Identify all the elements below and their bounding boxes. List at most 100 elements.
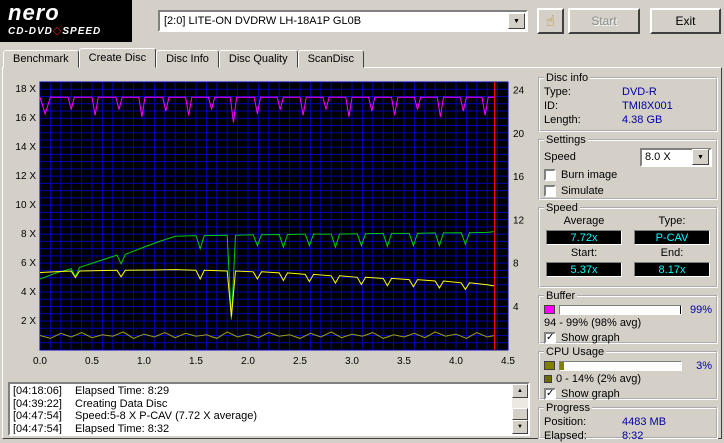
settings-panel: Settings Speed 8.0 X ▼ Burn image Simula…	[538, 134, 718, 200]
scroll-down-icon: ▼	[517, 424, 523, 430]
cpu-panel-title: CPU Usage	[546, 346, 605, 358]
chevron-down-icon: ▼	[513, 17, 520, 25]
cpu-avg-swatch	[544, 375, 552, 383]
scroll-up-icon: ▲	[517, 388, 523, 394]
speed-setting-row: Speed 8.0 X ▼	[544, 147, 712, 167]
tab-create-disc[interactable]: Create Disc	[78, 48, 157, 68]
speed-chart-svg: 2 X 4 X 6 X 8 X 10 X 12 X 14 X 16 X 18 X 4 8 12 16 20…	[15, 81, 525, 367]
svg-text:16: 16	[513, 172, 525, 183]
start-button[interactable]: Start	[568, 8, 640, 34]
speed-start-value: 5.37x	[546, 262, 622, 277]
speed-select-dropdown[interactable]: 8.0 X ▼	[640, 147, 712, 167]
disc-id-label: ID:	[544, 100, 559, 112]
disc-type-row: Type: DVD-R	[544, 85, 712, 99]
speed-average-value: 7.72x	[546, 230, 622, 245]
speed-select-arrow-button[interactable]: ▼	[692, 149, 709, 165]
buffer-range-row: 94 - 99% (98% avg)	[544, 316, 712, 330]
scroll-down-button[interactable]: ▼	[512, 420, 528, 434]
tab-benchmark[interactable]: Benchmark	[3, 50, 79, 68]
log-scrollbar[interactable]: ▲ ▼	[512, 384, 528, 434]
disc-length-value: 4.38 GB	[622, 114, 663, 126]
buffer-panel: Buffer 99% 94 - 99% (98% avg) ✓ Show gra…	[538, 290, 718, 344]
exit-button[interactable]: Exit	[650, 8, 721, 34]
cpu-usage-panel: CPU Usage 3% 0 - 14% (2% avg) ✓ Show gra…	[538, 346, 718, 400]
simulate-row: Simulate	[544, 183, 712, 199]
svg-text:18 X: 18 X	[15, 84, 36, 95]
log-line: [04:39:22] Creating Data Disc	[13, 397, 168, 410]
cpu-meter-fill	[560, 361, 564, 370]
svg-text:2.5: 2.5	[293, 356, 307, 367]
speed-end-value: 8.17x	[634, 262, 710, 277]
disc-type-value: DVD-R	[622, 86, 657, 98]
hand-icon: ☝	[545, 13, 556, 30]
progress-panel-title: Progress	[546, 402, 591, 414]
cpu-range-text: 0 - 14% (2% avg)	[556, 373, 641, 385]
simulate-label: Simulate	[561, 185, 604, 197]
progress-position-row: Position: 4483 MB	[544, 415, 712, 429]
buffer-color-swatch	[544, 305, 555, 314]
scrollbar-track[interactable]	[512, 398, 528, 420]
disc-id-value: TMI8X001	[622, 100, 673, 112]
progress-elapsed-label: Elapsed:	[544, 430, 587, 442]
buffer-show-graph-checkbox[interactable]: ✓	[544, 332, 556, 344]
speed-setting-label: Speed	[544, 151, 576, 163]
tab-disc-quality[interactable]: Disc Quality	[218, 50, 298, 68]
speed-end-label: End:	[660, 247, 684, 259]
event-log: [04:18:06] Elapsed Time: 8:29 [04:39:22] C…	[8, 382, 530, 436]
disc-type-label: Type:	[544, 86, 571, 98]
buffer-panel-title: Buffer	[546, 290, 576, 302]
chevron-down-icon: ▼	[697, 153, 704, 161]
cpu-meter-row: 3%	[544, 359, 712, 372]
event-log-lines: [04:18:06] Elapsed Time: 8:29 [04:39:22] C…	[10, 384, 512, 434]
svg-text:1.5: 1.5	[189, 356, 203, 367]
svg-text:1.0: 1.0	[137, 356, 151, 367]
cpu-show-graph-checkbox[interactable]: ✓	[544, 388, 556, 400]
simulate-checkbox[interactable]	[544, 185, 556, 197]
nero-logo-text: nero	[8, 0, 60, 25]
scroll-up-button[interactable]: ▲	[512, 384, 528, 398]
svg-text:3.5: 3.5	[397, 356, 411, 367]
disc-info-title: Disc info	[546, 72, 589, 84]
drive-select-dropdown[interactable]: [2:0] LITE-ON DVDRW LH-18A1P GL0B ▼	[158, 10, 528, 32]
log-line: [04:47:54] Speed:5-8 X P-CAV (7.72 X aver…	[13, 410, 258, 422]
create-disc-chart: 2 X 4 X 6 X 8 X 10 X 12 X 14 X 16 X 18 X 4 8 12 16 20…	[6, 72, 530, 374]
cd-dvd-speed-logo-text: CD-DVD◇SPEED	[8, 25, 102, 37]
settings-title: Settings	[546, 134, 586, 146]
svg-text:0.0: 0.0	[33, 356, 47, 367]
burn-image-checkbox[interactable]	[544, 169, 556, 181]
burn-image-label: Burn image	[561, 169, 618, 181]
tab-bar: Benchmark Create Disc Disc Info Disc Qua…	[3, 48, 365, 68]
progress-position-value: 4483 MB	[622, 416, 667, 428]
svg-text:4 X: 4 X	[21, 287, 36, 298]
disc-length-row: Length: 4.38 GB	[544, 113, 712, 127]
svg-text:16 X: 16 X	[15, 113, 36, 124]
svg-text:4.5: 4.5	[501, 356, 515, 367]
progress-position-label: Position:	[544, 416, 587, 428]
cpu-range-row: 0 - 14% (2% avg)	[544, 372, 712, 386]
speed-type-value: P-CAV	[634, 230, 710, 245]
tab-disc-info[interactable]: Disc Info	[156, 50, 219, 68]
svg-text:12: 12	[513, 215, 525, 226]
drive-select-arrow-button[interactable]: ▼	[508, 13, 525, 29]
cpu-percent: 3%	[696, 359, 712, 372]
svg-text:8 X: 8 X	[21, 229, 36, 240]
cpu-meter	[559, 360, 682, 371]
speed-average-label: Average	[563, 215, 605, 227]
eject-hand-button[interactable]: ☝	[537, 8, 564, 34]
svg-text:3.0: 3.0	[345, 356, 359, 367]
disc-length-label: Length:	[544, 114, 581, 126]
svg-text:2.0: 2.0	[241, 356, 255, 367]
scrollbar-thumb[interactable]	[512, 408, 528, 420]
svg-text:20: 20	[513, 129, 525, 140]
svg-text:24: 24	[513, 86, 525, 97]
buffer-meter	[559, 304, 682, 315]
speed-panel-title: Speed	[546, 202, 578, 214]
speed-type-label: Type:	[658, 215, 686, 227]
buffer-show-graph-row: ✓ Show graph	[544, 330, 712, 346]
cpu-color-swatch	[544, 361, 555, 370]
buffer-percent: 99%	[689, 303, 712, 316]
progress-panel: Progress Position: 4483 MB Elapsed: 8:32	[538, 402, 718, 442]
disc-id-row: ID: TMI8X001	[544, 99, 712, 113]
progress-elapsed-value: 8:32	[622, 430, 644, 442]
tab-scandisc[interactable]: ScanDisc	[297, 50, 365, 68]
